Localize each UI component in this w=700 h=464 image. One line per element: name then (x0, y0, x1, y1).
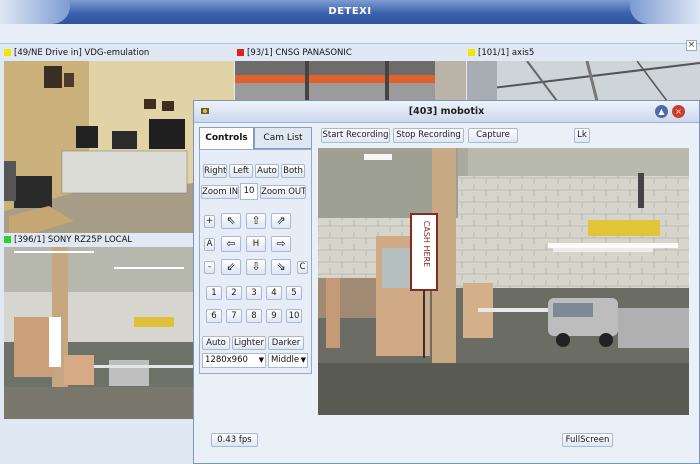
viewer-title: [403] mobotix (408, 106, 485, 117)
quality-select[interactable]: Middle ▼ (268, 353, 308, 368)
chevron-down-icon: ▼ (300, 356, 306, 364)
main-camera-feed[interactable]: CASH HERE (318, 148, 689, 415)
camera-feed-parking[interactable] (4, 247, 193, 419)
pan-left-button[interactable]: Left (229, 164, 253, 178)
arrow-right-icon[interactable]: ⇨ (271, 236, 291, 252)
status-indicator-icon (468, 48, 475, 56)
viewer-titlebar[interactable]: [403] mobotix (194, 101, 699, 123)
preset-button[interactable]: 10 (286, 309, 302, 323)
camera-label-4: [396/1] SONY RZ25P LOCAL (2, 234, 192, 247)
arrow-down-icon[interactable]: ⇩ (246, 259, 266, 275)
darker-button[interactable]: Darker (268, 336, 304, 350)
c-button[interactable]: C (297, 261, 308, 274)
auto-image-button[interactable]: Auto (202, 336, 230, 350)
fps-indicator: 0.43 fps (211, 433, 258, 447)
camera-feed-axis5[interactable] (467, 61, 700, 101)
preset-button[interactable]: 3 (246, 286, 262, 300)
arrow-up-left-icon[interactable]: ⇖ (221, 213, 241, 229)
camera-label-3: [101/1] axis5 (466, 47, 666, 60)
start-recording-button[interactable]: Start Recording (321, 128, 390, 143)
preset-button[interactable]: 5 (286, 286, 302, 300)
status-indicator-icon (4, 235, 11, 243)
resolution-select[interactable]: 1280x960 ▼ (202, 353, 266, 368)
arrow-left-icon[interactable]: ⇦ (221, 236, 241, 252)
fullscreen-button[interactable]: FullScreen (562, 433, 613, 447)
window-title: DETEXI (328, 6, 372, 17)
camera-feed-construction[interactable] (235, 61, 466, 101)
close-icon[interactable]: × (686, 40, 697, 51)
camera-app-icon (200, 106, 210, 116)
chevron-down-icon: ▼ (258, 356, 264, 364)
arrow-down-left-icon[interactable]: ⇙ (221, 259, 241, 275)
arrow-down-right-icon[interactable]: ⇘ (271, 259, 291, 275)
camera-label-1: [49/NE Drive in] VDG-emulation (2, 47, 232, 60)
zoom-value-input[interactable]: 10 (240, 183, 258, 200)
tab-controls[interactable]: Controls (199, 127, 254, 149)
plus-button[interactable]: + (204, 215, 215, 228)
auto-pan-button[interactable]: Auto (255, 164, 279, 178)
status-indicator-icon (4, 48, 11, 56)
preset-button[interactable]: 9 (266, 309, 282, 323)
pan-right-button[interactable]: Right (203, 164, 227, 178)
sign-text: CASH HERE (422, 221, 431, 267)
toolbar-strip (0, 24, 700, 44)
preset-button[interactable]: 2 (226, 286, 242, 300)
preset-button[interactable]: 1 (206, 286, 222, 300)
arrow-up-icon[interactable]: ⇧ (246, 213, 266, 229)
camera-label-2: [93/1] CNSG PANASONIC (235, 47, 465, 60)
a-button[interactable]: A (204, 238, 215, 251)
preset-button[interactable]: 7 (226, 309, 242, 323)
both-button[interactable]: Both (281, 164, 305, 178)
status-indicator-icon (237, 48, 244, 56)
tab-cam-list[interactable]: Cam List (254, 127, 312, 149)
zoom-out-button[interactable]: Zoom OUT (260, 185, 306, 199)
home-button[interactable]: H (246, 236, 266, 252)
arrow-up-right-icon[interactable]: ⇗ (271, 213, 291, 229)
minimize-icon[interactable]: ▲ (655, 105, 668, 118)
zoom-in-button[interactable]: Zoom IN (201, 185, 239, 199)
camera-viewer-window: [403] mobotix ▲ × Controls Cam List Righ… (193, 100, 700, 464)
stop-recording-button[interactable]: Stop Recording (393, 128, 464, 143)
preset-button[interactable]: 4 (266, 286, 282, 300)
capture-button[interactable]: Capture (468, 128, 518, 143)
close-icon[interactable]: × (672, 105, 685, 118)
preset-button[interactable]: 8 (246, 309, 262, 323)
preset-button[interactable]: 6 (206, 309, 222, 323)
lighter-button[interactable]: Lighter (232, 336, 266, 350)
window-titlebar[interactable]: DETEXI (0, 0, 700, 24)
lock-toggle[interactable]: Lk (574, 128, 590, 143)
minus-button[interactable]: - (204, 261, 215, 274)
